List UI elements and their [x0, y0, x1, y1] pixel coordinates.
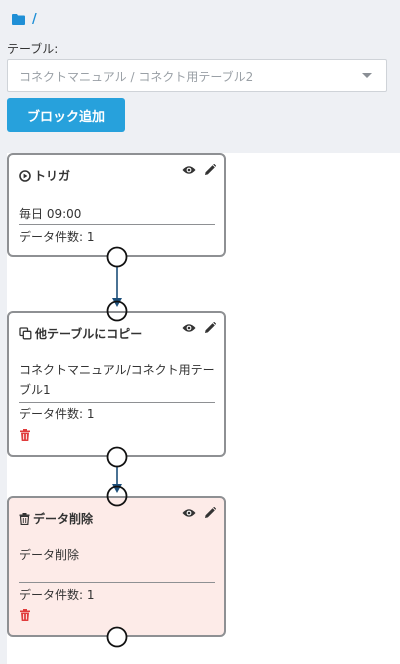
output-port[interactable] — [106, 626, 128, 648]
arrow-down-icon — [112, 484, 122, 493]
flow-connectors — [106, 246, 128, 648]
output-port[interactable] — [106, 246, 128, 268]
output-port[interactable] — [106, 446, 128, 468]
